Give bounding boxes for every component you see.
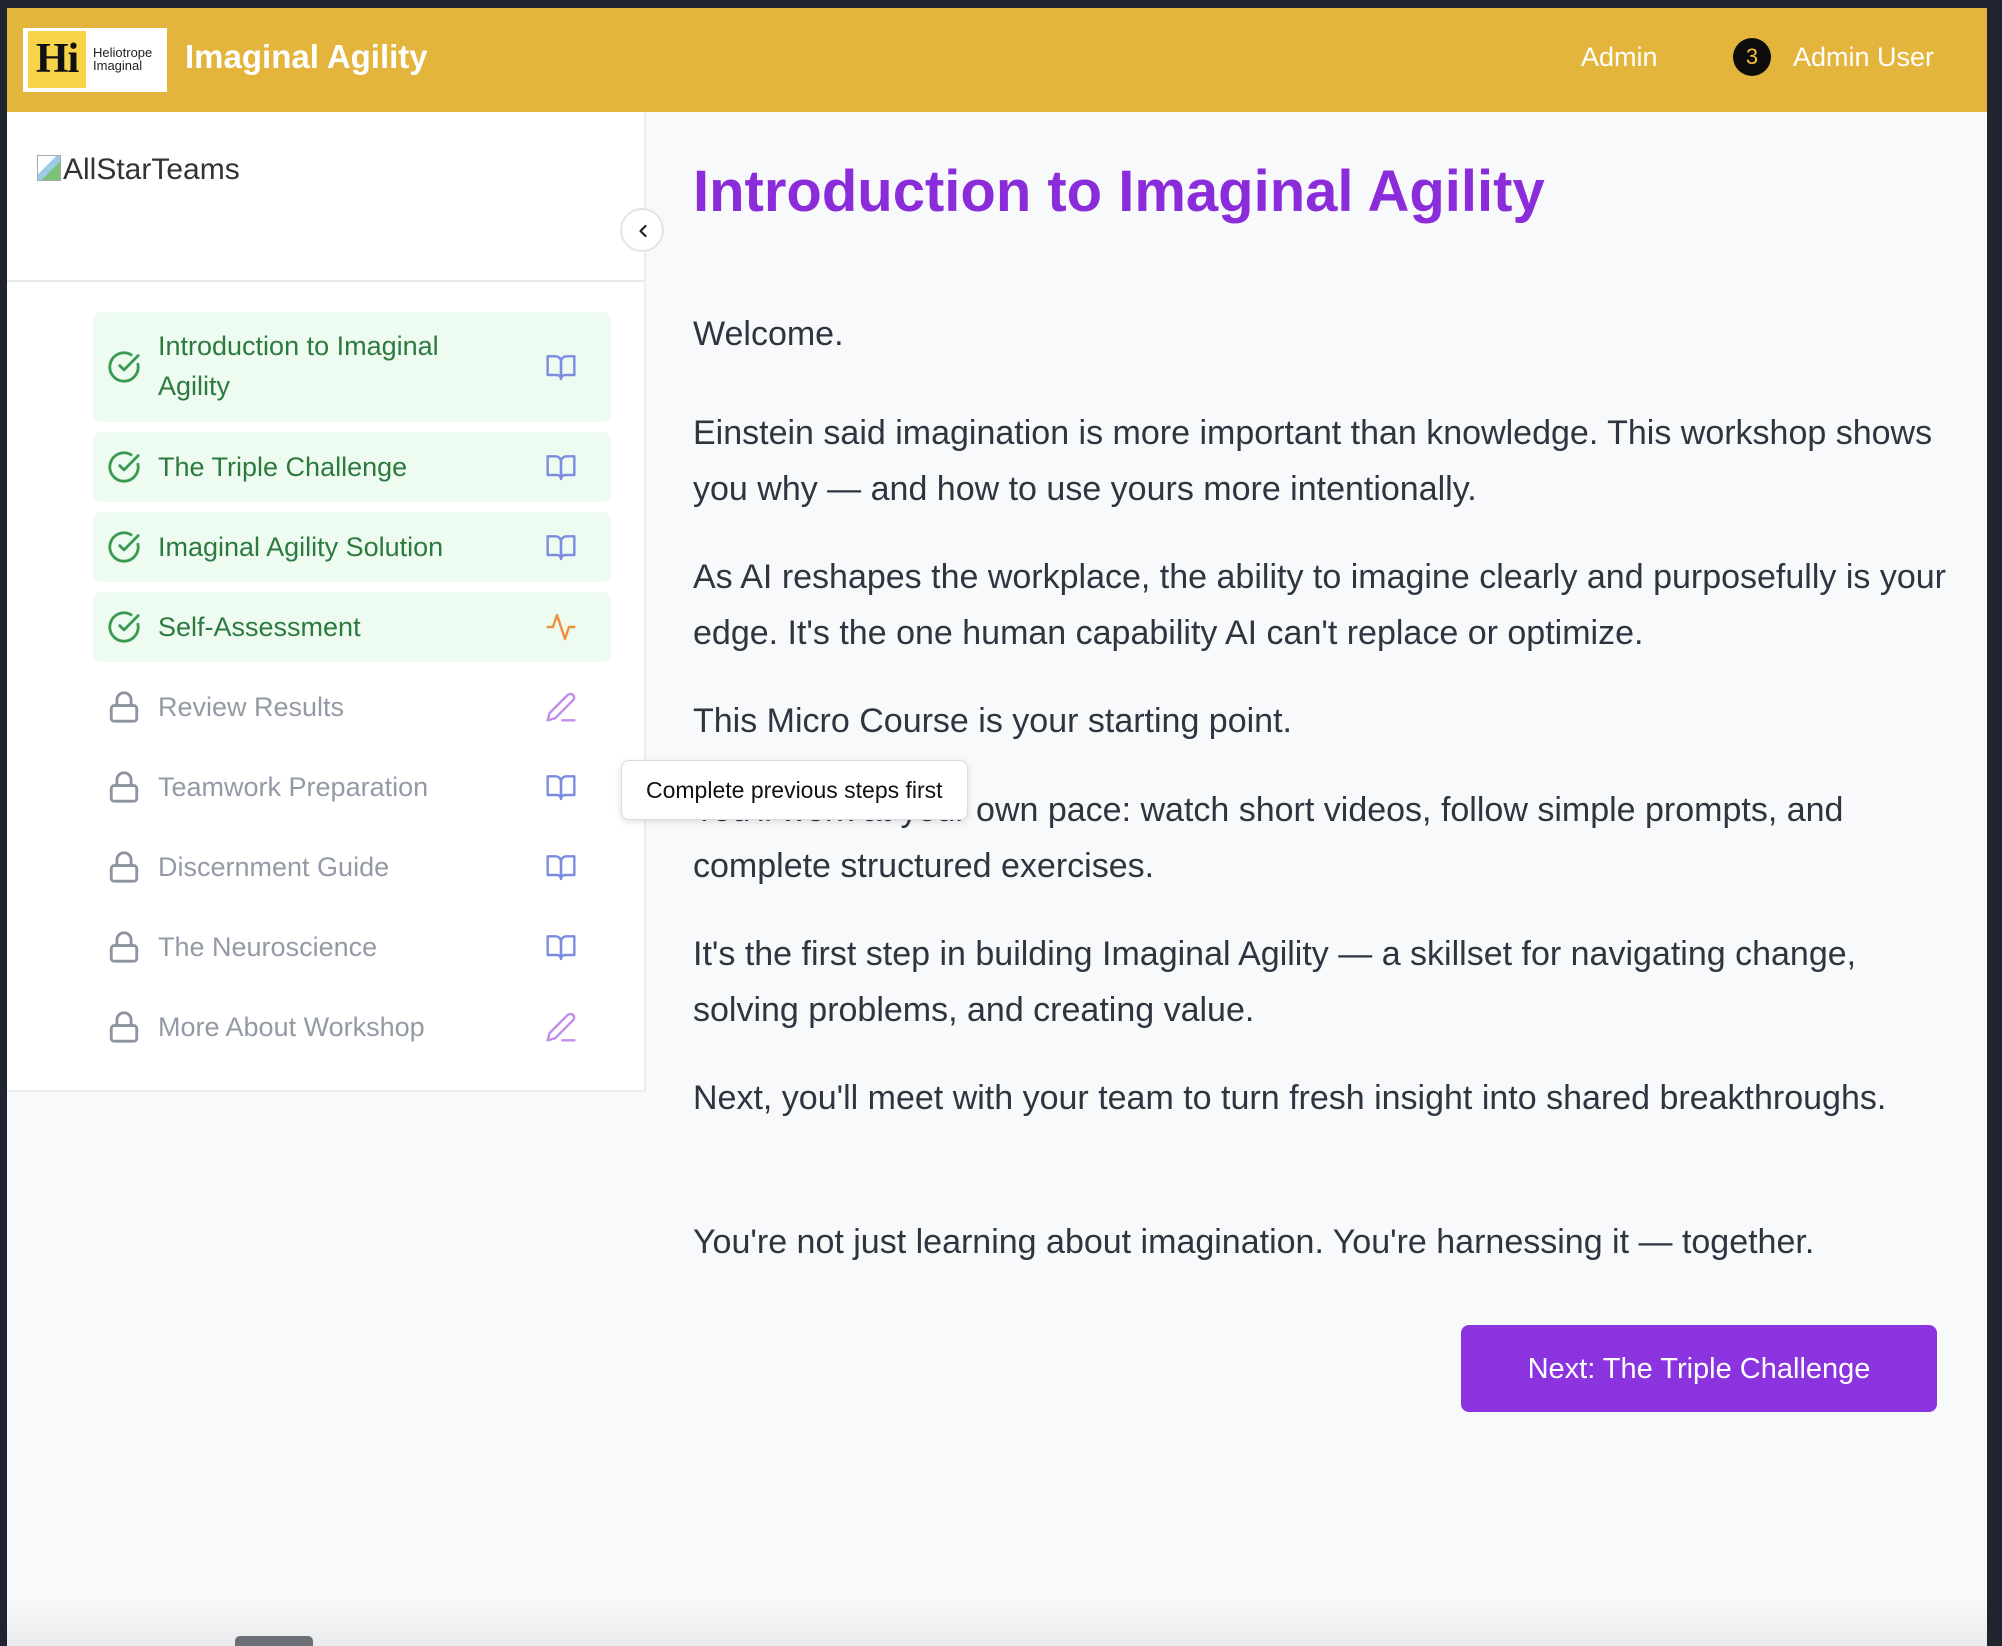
lock-icon <box>107 690 141 729</box>
book-open-icon <box>545 451 577 488</box>
sidebar-divider <box>7 280 644 282</box>
sidebar-item-teamwork-preparation[interactable]: Teamwork Preparation <box>93 752 611 822</box>
book-open-icon <box>545 531 577 568</box>
book-open-icon <box>545 351 577 388</box>
intro-paragraph: It's the first step in building Imaginal… <box>693 935 1857 1029</box>
intro-paragraph: As AI reshapes the workplace, the abilit… <box>693 558 1946 652</box>
locked-step-tooltip: Complete previous steps first <box>621 760 968 820</box>
book-open-icon <box>545 771 577 808</box>
notification-badge[interactable]: 3 <box>1733 38 1771 76</box>
lock-icon <box>107 850 141 889</box>
sidebar-item-self-assessment[interactable]: Self-Assessment <box>93 592 611 662</box>
book-open-icon <box>545 851 577 888</box>
sidebar-item-triple-challenge[interactable]: The Triple Challenge <box>93 432 611 502</box>
broken-image-icon <box>37 155 61 181</box>
lock-icon <box>107 1010 141 1049</box>
sidebar-item-label: Review Results <box>158 692 345 722</box>
sidebar-item-label: Introduction to Imaginal <box>158 331 439 361</box>
check-circle-icon <box>107 530 141 569</box>
sidebar-item-label: The Triple Challenge <box>158 452 408 482</box>
intro-paragraph: You're not just learning about imaginati… <box>693 1223 1815 1261</box>
sidebar-item-label: Imaginal Agility Solution <box>158 532 444 562</box>
sidebar-item-label: Discernment Guide <box>158 852 390 882</box>
allstarteams-logo: AllStarTeams <box>37 150 240 190</box>
lock-icon <box>107 770 141 809</box>
pencil-icon <box>545 1011 577 1048</box>
sidebar-item-solution[interactable]: Imaginal Agility Solution <box>93 512 611 582</box>
intro-paragraph: This Micro Course is your starting point… <box>693 702 1292 740</box>
logo-wordmark: Heliotrope Imaginal <box>93 45 153 73</box>
sidebar-collapse-button[interactable] <box>620 208 664 252</box>
check-circle-icon <box>107 610 141 649</box>
logo-mark: Hi <box>28 31 86 88</box>
intro-paragraph: Einstein said imagination is more import… <box>693 414 1933 508</box>
sidebar-item-introduction[interactable]: Introduction to Imaginal Agility <box>93 312 611 422</box>
check-circle-icon <box>107 450 141 489</box>
logo-alt-text: AllStarTeams <box>63 153 240 186</box>
sidebar-item-neuroscience[interactable]: The Neuroscience <box>93 912 611 982</box>
book-open-icon <box>545 931 577 968</box>
page-title: Introduction to Imaginal Agility <box>693 159 1545 224</box>
lock-icon <box>107 930 141 969</box>
activity-icon <box>545 611 577 648</box>
heliotrope-logo[interactable]: Hi Heliotrope Imaginal <box>23 28 167 92</box>
sidebar-item-label: Teamwork Preparation <box>158 772 429 802</box>
scroll-handle[interactable] <box>235 1636 313 1646</box>
check-circle-icon <box>107 350 141 389</box>
sidebar: AllStarTeams Introduction to Imaginal Ag… <box>7 112 646 1092</box>
sidebar-item-discernment-guide[interactable]: Discernment Guide <box>93 832 611 902</box>
admin-link[interactable]: Admin <box>1581 39 1658 75</box>
next-step-button[interactable]: Next: The Triple Challenge <box>1461 1325 1937 1412</box>
app-title[interactable]: Imaginal Agility <box>185 35 428 79</box>
sidebar-item-label: The Neuroscience <box>158 932 378 962</box>
app-window: Hi Heliotrope Imaginal Imaginal Agility … <box>7 8 1987 1646</box>
sidebar-item-label-line2: Agility <box>158 371 231 401</box>
chevron-left-icon <box>639 224 647 238</box>
pencil-icon <box>545 691 577 728</box>
intro-paragraph: Next, you'll meet with your team to turn… <box>693 1079 1887 1117</box>
top-header: Hi Heliotrope Imaginal Imaginal Agility … <box>7 8 1987 112</box>
user-menu[interactable]: Admin User <box>1793 39 1934 75</box>
sidebar-item-more-about-workshop[interactable]: More About Workshop <box>93 992 611 1062</box>
intro-paragraph: Welcome. <box>693 315 844 353</box>
sidebar-item-label: More About Workshop <box>158 1012 425 1042</box>
sidebar-item-label: Self-Assessment <box>158 612 361 642</box>
sidebar-item-review-results[interactable]: Review Results <box>93 672 611 742</box>
